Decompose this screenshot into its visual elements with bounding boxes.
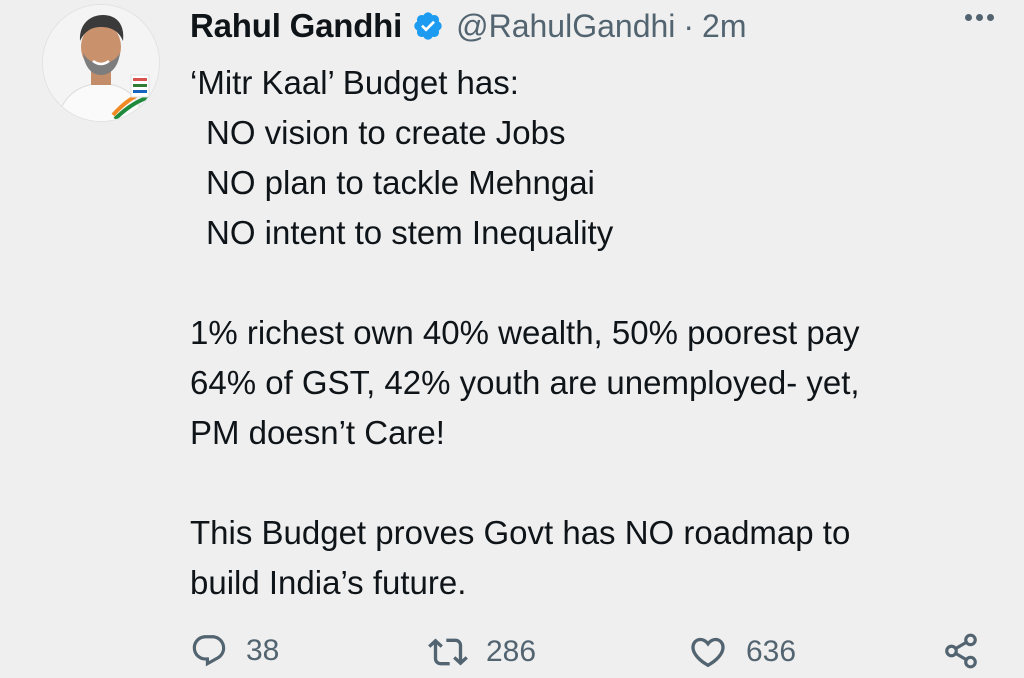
more-dot	[987, 14, 994, 21]
retweet-icon	[428, 638, 468, 666]
tweet-text: ‘Mitr Kaal’ Budget has: NO vision to cre…	[190, 58, 990, 608]
heart-icon	[691, 637, 725, 668]
reply-icon	[192, 635, 226, 667]
tweet-line: 64% of GST, 42% youth are unemployed- ye…	[190, 364, 860, 401]
tweet-line: PM doesn’t Care!	[190, 414, 445, 451]
retweet-count: 286	[486, 635, 537, 668]
tweet-line: NO vision to create Jobs	[206, 114, 566, 151]
reply-count: 38	[246, 634, 280, 667]
more-options-icon[interactable]	[965, 14, 994, 21]
share-button[interactable]	[942, 632, 980, 670]
profile-photo-icon	[43, 5, 159, 121]
action-bar: 38 286 636	[190, 632, 985, 678]
separator-dot: ·	[683, 7, 695, 44]
more-dot	[965, 14, 972, 21]
tweet-line: This Budget proves Govt has NO roadmap t…	[190, 514, 851, 551]
reply-button[interactable]: 38	[190, 632, 279, 670]
more-dot	[976, 14, 983, 21]
author-name[interactable]: Rahul Gandhi	[190, 7, 402, 45]
tweet-header: Rahul Gandhi @RahulGandhi · 2m	[190, 0, 747, 52]
like-button[interactable]: 636	[688, 632, 796, 672]
tweet-line: NO intent to stem Inequality	[206, 214, 614, 251]
tweet-line: ‘Mitr Kaal’ Budget has:	[190, 64, 519, 101]
verified-badge-icon	[414, 12, 442, 40]
author-handle[interactable]: @RahulGandhi	[456, 8, 675, 45]
tweet-card: Rahul Gandhi @RahulGandhi · 2m ‘Mitr Kaa…	[0, 0, 1024, 678]
avatar[interactable]	[42, 4, 160, 122]
tweet-line: 1% richest own 40% wealth, 50% poorest p…	[190, 314, 860, 351]
retweet-button[interactable]: 286	[428, 632, 536, 672]
tweet-timestamp[interactable]: 2m	[702, 8, 746, 45]
like-count: 636	[746, 635, 797, 668]
share-icon	[945, 633, 977, 669]
tweet-line: build India’s future.	[190, 564, 467, 601]
tweet-line: NO plan to tackle Mehngai	[206, 164, 595, 201]
